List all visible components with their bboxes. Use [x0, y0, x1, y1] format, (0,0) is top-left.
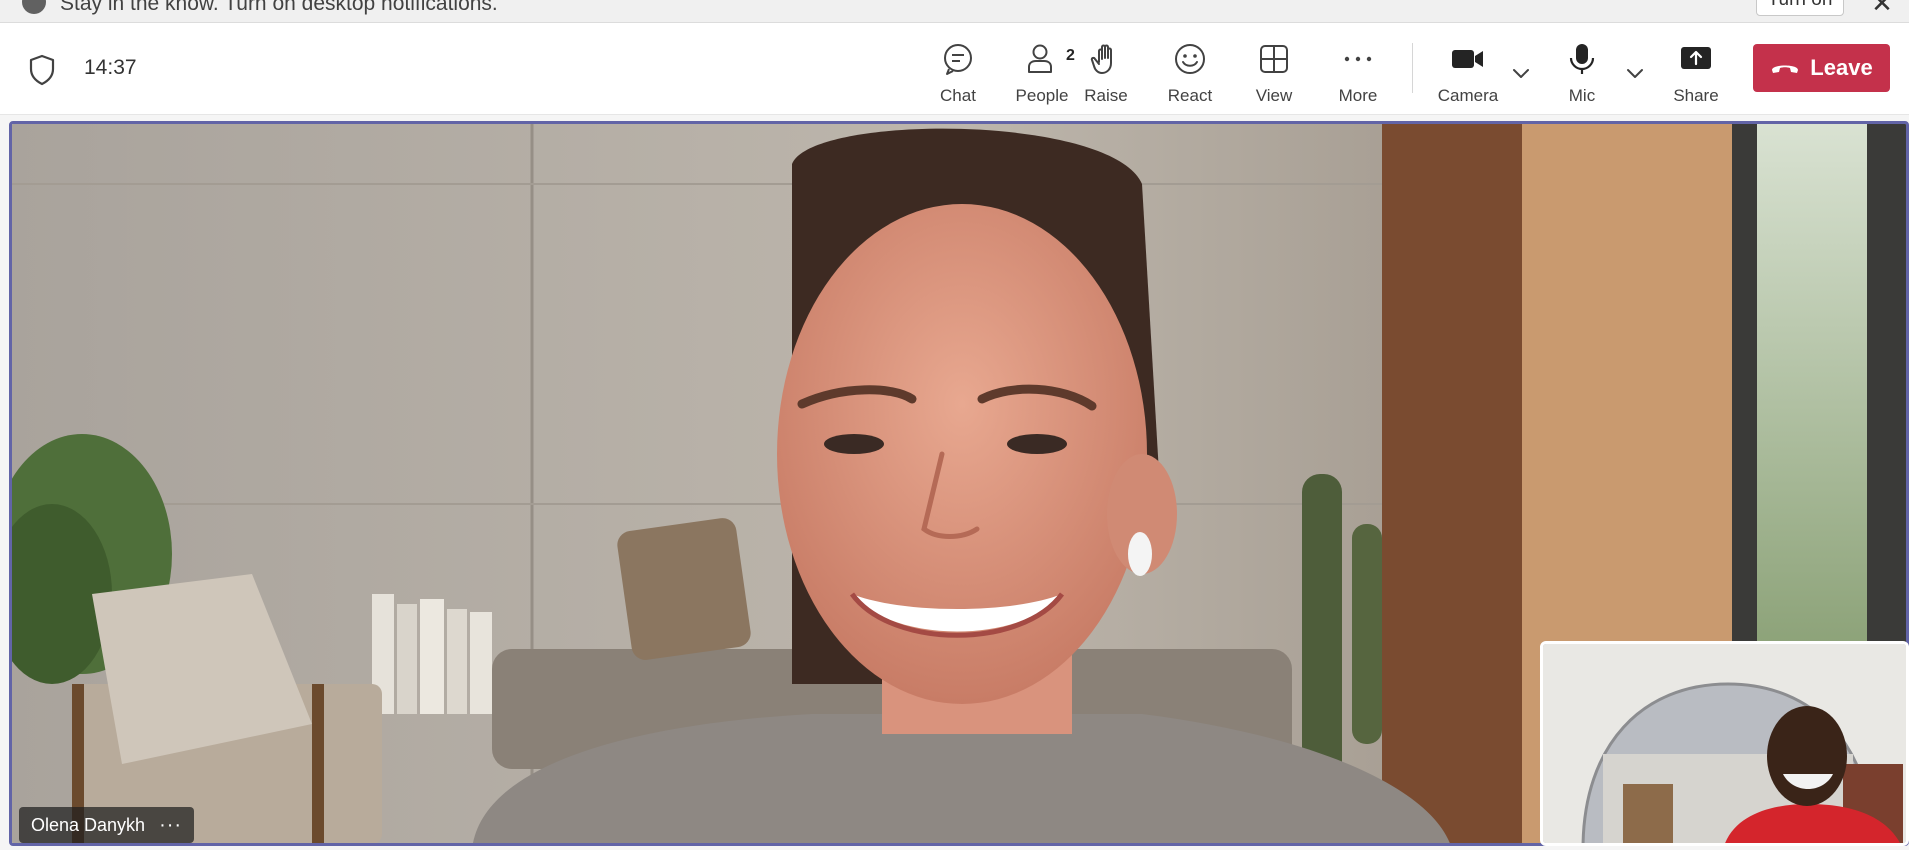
chat-button[interactable]: Chat	[918, 33, 998, 109]
participant-name-tag: Olena Danykh ···	[19, 807, 195, 843]
info-icon	[22, 0, 46, 14]
more-icon	[1338, 39, 1378, 79]
mic-label: Mic	[1568, 86, 1596, 105]
share-label: Share	[1673, 86, 1719, 105]
grid-view-icon	[1254, 39, 1294, 79]
camera-label: Camera	[1437, 86, 1499, 105]
leave-label: Leave	[1810, 55, 1873, 80]
more-button[interactable]: More	[1318, 33, 1398, 109]
chat-label: Chat	[940, 86, 976, 105]
smiley-icon	[1170, 39, 1210, 79]
mic-button[interactable]: Mic	[1542, 33, 1622, 109]
hand-icon	[1086, 39, 1126, 79]
leave-button[interactable]: Leave	[1753, 44, 1890, 92]
react-label: React	[1167, 86, 1213, 105]
close-icon[interactable]: ✕	[1870, 0, 1894, 16]
camera-button[interactable]: Camera	[1428, 33, 1508, 109]
more-label: More	[1338, 86, 1378, 105]
raise-hand-button[interactable]: Raise	[1066, 33, 1146, 109]
turn-on-notifications-button[interactable]: Turn on	[1756, 0, 1844, 16]
people-icon	[1022, 39, 1062, 79]
video-camera-icon	[1448, 39, 1488, 79]
chat-icon	[938, 39, 978, 79]
microphone-icon	[1562, 39, 1602, 79]
camera-options-chevron-down-icon[interactable]	[1509, 61, 1533, 85]
participant-name: Olena Danykh	[31, 814, 146, 835]
toolbar-divider	[1412, 43, 1413, 93]
share-screen-icon	[1676, 39, 1716, 79]
hang-up-phone-icon	[1772, 65, 1799, 73]
react-button[interactable]: React	[1150, 33, 1230, 109]
notification-banner: Stay in the know. Turn on desktop notifi…	[0, 0, 1909, 23]
view-label: View	[1255, 86, 1293, 105]
share-button[interactable]: Share	[1656, 33, 1736, 109]
self-view-video[interactable]	[1540, 641, 1909, 846]
meeting-timer: 14:37	[84, 56, 137, 79]
participant-options-more-icon[interactable]: ···	[159, 815, 182, 835]
meeting-toolbar: 14:37 Chat 2 People Raise React View Mor…	[0, 23, 1909, 115]
view-button[interactable]: View	[1234, 33, 1314, 109]
mic-options-chevron-down-icon[interactable]	[1623, 61, 1647, 85]
people-label: People	[1015, 86, 1069, 105]
shield-icon[interactable]	[28, 54, 56, 86]
self-video-feed	[1543, 644, 1906, 843]
raise-label: Raise	[1084, 86, 1128, 105]
banner-text: Stay in the know. Turn on desktop notifi…	[60, 0, 498, 15]
